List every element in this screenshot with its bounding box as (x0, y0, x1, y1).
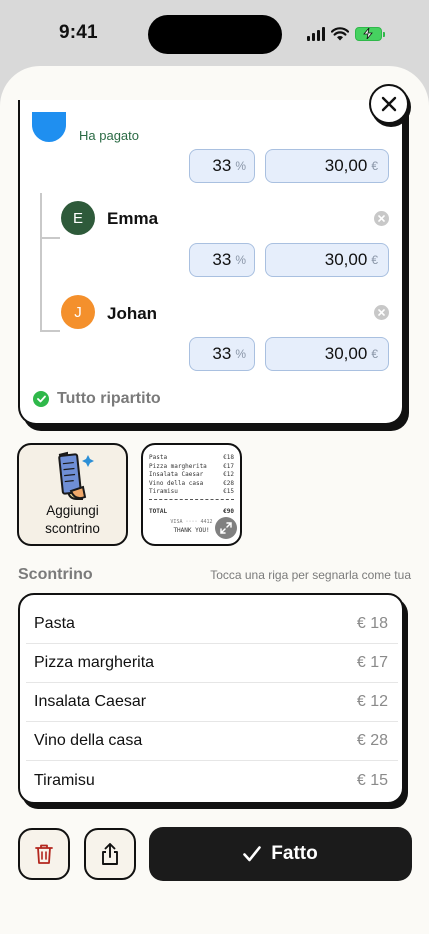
currency-unit: € (371, 159, 378, 173)
item-price: € 18 (356, 615, 388, 632)
check-circle-icon (33, 391, 49, 407)
avatar-johan: J (61, 295, 95, 329)
thumb-item-price: €18 (223, 454, 234, 461)
percent-field-emma[interactable]: 33 % (189, 243, 255, 277)
thumb-item-price: €28 (223, 479, 234, 487)
section-hint: Tocca una riga per segnarla come tua (210, 568, 411, 582)
receipt-items-card: Pasta € 18 Pizza margherita € 17 Insalat… (18, 593, 404, 804)
thumb-row: Vino della casa €28 (149, 480, 234, 489)
thumb-item-name: Insalata Caesar (149, 471, 204, 478)
close-icon (381, 96, 397, 112)
thumb-row: Tiramisu €15 (149, 488, 234, 497)
trash-icon (35, 844, 53, 864)
thumb-row: Pasta €18 (149, 454, 234, 463)
expand-icon (220, 522, 232, 534)
split-status: Tutto ripartito (33, 390, 161, 408)
wifi-icon (331, 27, 349, 41)
receipt-item-row[interactable]: Tiramisu € 15 (26, 761, 398, 800)
close-button[interactable] (369, 84, 409, 124)
add-receipt-label-2: scontrino (45, 521, 100, 536)
percent-unit: % (235, 253, 246, 267)
amount-value: 30,00 (324, 156, 368, 175)
share-button[interactable] (84, 828, 136, 880)
receipt-item-row[interactable]: Pasta € 18 (26, 605, 398, 644)
thumb-row: Pizza margherita €17 (149, 463, 234, 472)
percent-unit: % (235, 159, 246, 173)
thumb-total-label: TOTAL (149, 507, 168, 515)
item-name: Pizza margherita (34, 654, 155, 671)
expand-button[interactable] (215, 517, 237, 539)
thumb-item-price: €17 (223, 462, 234, 470)
thumb-item-name: Pizza margherita (149, 462, 207, 470)
thumb-item-price: €12 (223, 471, 234, 478)
person-name-emma: Emma (107, 209, 159, 228)
person-name-johan: Johan (107, 304, 158, 323)
status-bar: 9:41 (0, 0, 429, 66)
checkmark-icon (243, 846, 262, 862)
thumb-item-price: €15 (223, 488, 234, 495)
currency-unit: € (371, 253, 378, 267)
item-price: € 12 (356, 693, 388, 710)
status-icons (307, 25, 385, 43)
remove-x-icon[interactable] (374, 211, 389, 226)
item-name: Pasta (34, 615, 75, 632)
delete-button[interactable] (18, 828, 70, 880)
section-title: Scontrino (18, 566, 93, 583)
tree-branch (40, 237, 60, 239)
item-price: € 28 (356, 732, 388, 749)
tree-connector (40, 193, 42, 331)
remove-x-icon[interactable] (374, 305, 389, 320)
receipt-item-row[interactable]: Insalata Caesar € 12 (26, 683, 398, 722)
thumb-row: Insalata Caesar €12 (149, 471, 234, 480)
currency-unit: € (371, 347, 378, 361)
cellular-signal-icon (307, 27, 325, 41)
receipt-illustration-icon (58, 451, 94, 500)
amount-value: 30,00 (324, 250, 368, 269)
thumb-item-name: Pasta (149, 454, 168, 461)
amount-field[interactable]: 30,00 € (265, 149, 389, 183)
receipt-item-row[interactable]: Vino della casa € 28 (26, 722, 398, 761)
dynamic-island (148, 15, 282, 54)
thumb-item-name: Tiramisu (149, 488, 178, 495)
item-name: Vino della casa (34, 732, 143, 749)
battery-charging-icon (355, 27, 385, 41)
percent-value: 33 (212, 156, 232, 175)
add-receipt-button[interactable]: Aggiungi scontrino (17, 443, 128, 546)
percent-unit: % (235, 347, 246, 361)
thumb-divider (149, 498, 234, 500)
percent-value: 33 (212, 344, 232, 363)
share-icon (102, 843, 118, 865)
thumb-total-value: €90 (223, 507, 234, 515)
percent-value: 33 (212, 250, 232, 269)
paid-status: Ha pagato (79, 128, 139, 143)
receipt-item-row[interactable]: Pizza margherita € 17 (26, 644, 398, 683)
amount-value: 30,00 (324, 344, 368, 363)
receipt-thumbnail[interactable]: Pasta €18 Pizza margherita €17 Insalata Ca… (141, 443, 242, 546)
thumb-total: TOTAL €90 (149, 508, 234, 515)
status-time: 9:41 (59, 22, 98, 43)
amount-field-johan[interactable]: 30,00 € (265, 337, 389, 371)
tree-branch (40, 330, 60, 332)
amount-field-emma[interactable]: 30,00 € (265, 243, 389, 277)
item-name: Insalata Caesar (34, 693, 147, 710)
done-label: Fatto (271, 843, 318, 864)
percent-field[interactable]: 33 % (189, 149, 255, 183)
done-button[interactable]: Fatto (149, 827, 412, 881)
item-price: € 17 (356, 654, 388, 671)
avatar-emma: E (61, 201, 95, 235)
thumb-item-name: Vino della casa (149, 479, 204, 487)
item-price: € 15 (356, 771, 388, 789)
percent-field-johan[interactable]: 33 % (189, 337, 255, 371)
split-status-label: Tutto ripartito (57, 390, 161, 407)
add-receipt-label-1: Aggiungi (46, 503, 99, 518)
item-name: Tiramisu (34, 771, 95, 789)
